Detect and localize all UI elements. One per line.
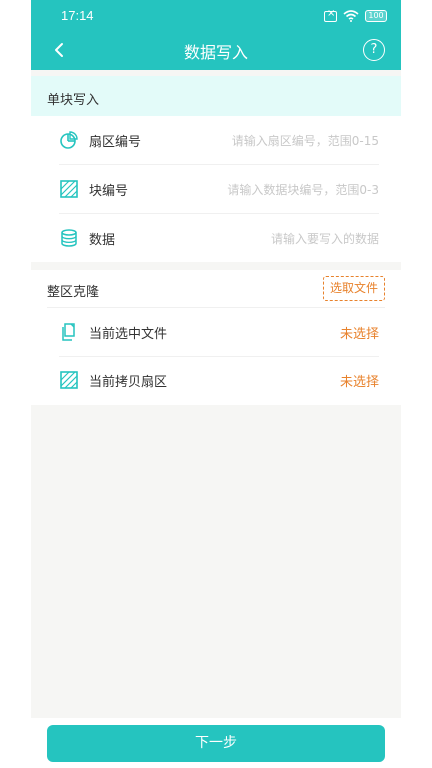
current-sector-value: 未选择	[339, 374, 379, 390]
clone-card: 整区克隆 选取文件 当前选中文件 未选择 当前拷贝扇区 未选择	[31, 270, 401, 405]
current-file-value: 未选择	[339, 326, 379, 342]
sim-card-icon	[324, 8, 337, 22]
single-block-card: 扇区编号 请输入扇区编号，范围0-15 块编号 请输入数据块编号，范围0-3 数…	[31, 116, 401, 262]
current-file-row[interactable]: 当前选中文件 未选择	[59, 308, 379, 356]
file-copy-icon	[59, 322, 79, 342]
section-title-clone: 整区克隆	[47, 285, 100, 300]
status-time: 17:14	[61, 8, 94, 23]
current-file-label: 当前选中文件	[89, 326, 168, 342]
block-number-input[interactable]: 请输入数据块编号，范围0-3	[227, 181, 379, 198]
sector-number-row[interactable]: 扇区编号 请输入扇区编号，范围0-15	[59, 116, 379, 164]
block-number-row[interactable]: 块编号 请输入数据块编号，范围0-3	[59, 165, 379, 213]
hatched-square-icon	[59, 370, 79, 390]
page-title: 数据写入	[183, 43, 248, 62]
current-sector-row[interactable]: 当前拷贝扇区 未选择	[59, 356, 379, 404]
phone-screen: 17:14 100 数据写入 ? 单块写入	[31, 0, 401, 768]
battery-indicator: 100	[365, 10, 387, 22]
nav-bar: 数据写入 ?	[31, 30, 401, 70]
data-row[interactable]: 数据 请输入要写入的数据	[59, 214, 379, 262]
pie-chart-icon	[59, 130, 79, 150]
hatched-square-icon	[59, 179, 79, 199]
status-bar: 17:14 100	[31, 0, 401, 30]
data-label: 数据	[89, 232, 116, 248]
sector-number-label: 扇区编号	[89, 134, 142, 150]
status-icons: 100	[324, 8, 387, 24]
help-button[interactable]: ?	[363, 39, 385, 61]
current-sector-label: 当前拷贝扇区	[89, 374, 168, 390]
wifi-icon	[343, 10, 359, 22]
sector-number-input[interactable]: 请输入扇区编号，范围0-15	[232, 132, 379, 149]
top-bar: 17:14 100 数据写入 ?	[31, 0, 401, 70]
block-number-label: 块编号	[89, 183, 129, 199]
next-step-button[interactable]: 下一步	[47, 725, 385, 762]
data-input[interactable]: 请输入要写入的数据	[271, 230, 379, 247]
database-icon	[59, 228, 79, 248]
section-title-single-block: 单块写入	[31, 76, 401, 116]
select-file-button[interactable]: 选取文件	[322, 276, 385, 301]
